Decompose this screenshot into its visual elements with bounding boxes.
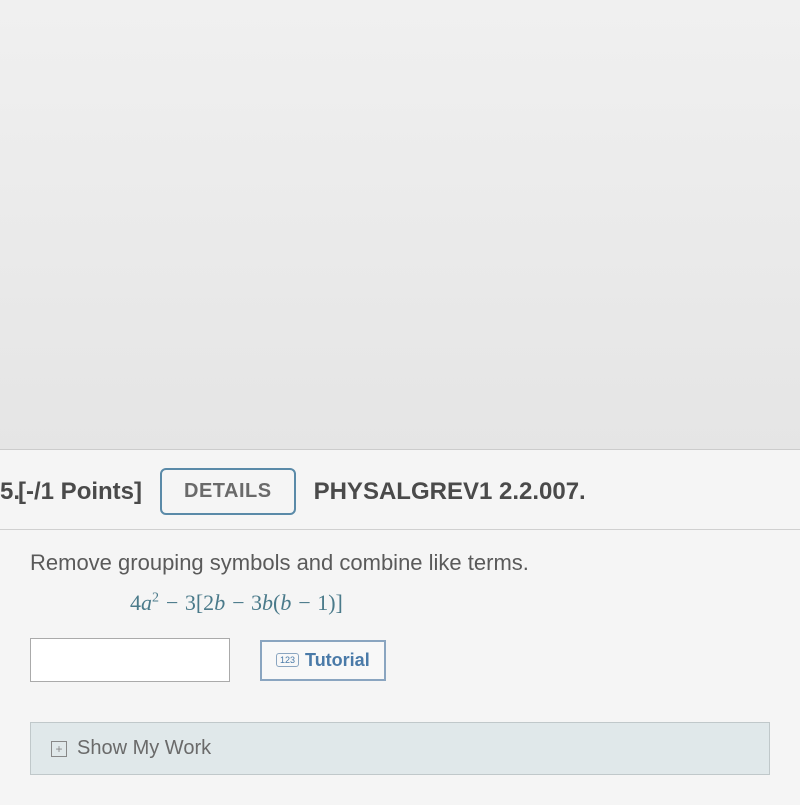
question-prompt: Remove grouping symbols and combine like… [30, 550, 770, 576]
plus-icon: + [51, 741, 67, 757]
show-my-work-label: Show My Work [77, 737, 211, 760]
show-my-work-panel[interactable]: + Show My Work [30, 722, 770, 775]
tutorial-label: Tutorial [305, 650, 370, 671]
question-header: 5. [-/1 Points] DETAILS PHYSALGREV1 2.2.… [0, 450, 800, 530]
tutorial-icon: 123 [276, 653, 299, 667]
question-number: 5. [0, 478, 20, 506]
math-expression: 4a2 − 3[2b − 3b(b − 1)] [130, 590, 770, 616]
points-label: [-/1 Points] [18, 478, 142, 506]
question-container: 5. [-/1 Points] DETAILS PHYSALGREV1 2.2.… [0, 450, 800, 805]
question-body: Remove grouping symbols and combine like… [0, 530, 800, 805]
answer-input[interactable] [30, 638, 230, 682]
details-button[interactable]: DETAILS [160, 468, 296, 515]
tutorial-button[interactable]: 123 Tutorial [260, 640, 386, 681]
question-id-label: PHYSALGREV1 2.2.007. [314, 478, 586, 506]
blank-upper-area [0, 0, 800, 450]
answer-row: 123 Tutorial [30, 638, 770, 682]
